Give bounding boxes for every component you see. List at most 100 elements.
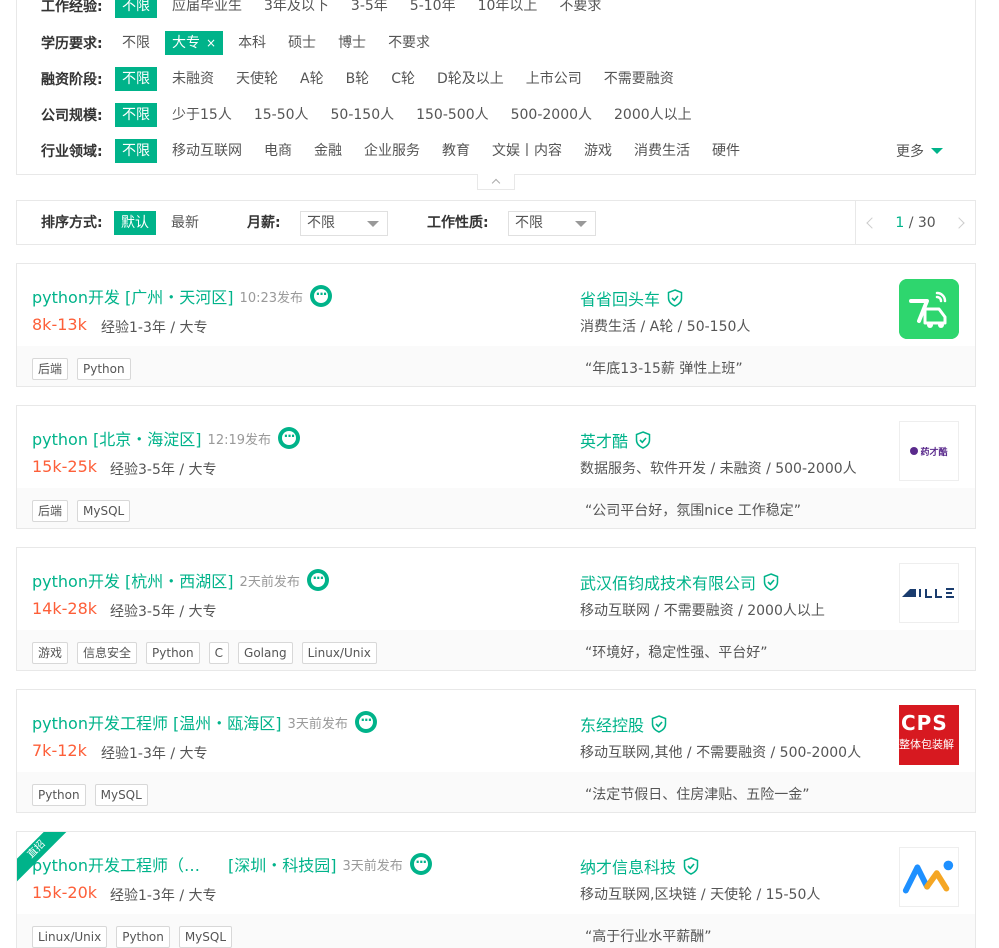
chat-icon[interactable]	[409, 853, 432, 875]
filter-option[interactable]: 150-500人	[409, 103, 496, 127]
filter-option[interactable]: 金融	[307, 139, 349, 163]
job-salary: 8k-13k	[32, 315, 87, 334]
job-title-link[interactable]: python开发 [广州・天河区]	[32, 284, 234, 308]
company-logo-mark	[902, 860, 954, 894]
filter-option[interactable]: 50-150人	[324, 103, 402, 127]
filter-option[interactable]: 应届毕业生	[165, 0, 249, 18]
filter-row-size: 公司规模: 不限 少于15人 15-50人 50-150人 150-500人 5…	[41, 103, 707, 127]
job-requirements: 经验3-5年 / 大专	[110, 604, 217, 620]
salary-select[interactable]: 不限	[300, 211, 388, 236]
filter-option[interactable]: 2000人以上	[607, 103, 699, 127]
filter-option[interactable]: 天使轮	[229, 67, 285, 91]
more-button[interactable]: 更多	[896, 141, 943, 161]
filter-option[interactable]: 移动互联网	[165, 139, 249, 163]
filter-option[interactable]: 消费生活	[627, 139, 697, 163]
job-title-link[interactable]: python [北京・海淀区]	[32, 426, 202, 450]
job-card[interactable]: 直招 python开发工程师（… [深圳・科技园] 3天前发布 15k-20k …	[16, 831, 976, 948]
company-name-link[interactable]: 东经控股	[580, 712, 644, 736]
job-tag: 游戏	[32, 642, 69, 664]
job-nature-select[interactable]: 不限	[508, 211, 596, 236]
filter-option[interactable]: 15-50人	[247, 103, 316, 127]
job-card[interactable]: python开发工程师 [温州・瓯海区] 3天前发布 7k-12k 经验1-3年…	[16, 689, 976, 813]
company-name-link[interactable]: 省省回头车	[580, 286, 660, 310]
company-logo[interactable]: CPS 整体包装解	[899, 705, 959, 765]
company-logo[interactable]	[899, 847, 959, 907]
filter-option-selected[interactable]: 大专 ×	[165, 31, 224, 55]
filter-option[interactable]: 硕士	[281, 31, 323, 55]
job-tags: 后端 MySQL	[32, 500, 139, 522]
sort-newest-button[interactable]: 最新	[164, 211, 206, 235]
sort-default-button[interactable]: 默认	[114, 211, 156, 235]
chat-icon[interactable]	[306, 569, 329, 591]
sort-bar: 排序方式: 默认 最新 月薪: 不限 工作性质: 不限 1 / 30	[16, 200, 976, 245]
job-title-link[interactable]: python开发工程师（…	[32, 852, 200, 876]
salary-label: 月薪:	[247, 215, 281, 231]
job-salary: 14k-28k	[32, 599, 98, 618]
verified-shield-icon	[667, 289, 683, 307]
filter-option[interactable]: 不限	[115, 0, 157, 18]
job-title-link[interactable]: python开发工程师 [温州・瓯海区]	[32, 710, 282, 734]
chat-icon[interactable]	[278, 427, 301, 449]
company-industry: 移动互联网,其他 / 不需要融资 / 500-2000人	[580, 745, 862, 761]
company-logo[interactable]	[899, 279, 959, 339]
job-requirements: 经验1-3年 / 大专	[101, 746, 208, 762]
job-title-link[interactable]: python开发 [杭州・西湖区]	[32, 568, 234, 592]
filter-option[interactable]: 不要求	[552, 0, 608, 18]
filter-option[interactable]: D轮及以上	[430, 67, 511, 91]
filter-option[interactable]: 文娱丨内容	[485, 139, 569, 163]
collapse-filters-button[interactable]	[477, 174, 515, 190]
job-tag: MySQL	[77, 500, 131, 522]
job-card[interactable]: python开发 [杭州・西湖区] 2天前发布 14k-28k 经验3-5年 /…	[16, 547, 976, 671]
chat-icon[interactable]	[310, 285, 333, 307]
filter-option[interactable]: 不需要融资	[597, 67, 681, 91]
job-location[interactable]: [深圳・科技园]	[228, 852, 337, 876]
remove-filter-icon[interactable]: ×	[206, 36, 216, 50]
filter-option[interactable]: 10年以上	[471, 0, 545, 18]
filter-option[interactable]: 电商	[257, 139, 299, 163]
job-tag: 后端	[32, 500, 69, 522]
filter-option[interactable]: 5-10年	[403, 0, 463, 18]
pagination: 1 / 30	[855, 201, 975, 244]
job-tags: Python MySQL	[32, 784, 157, 806]
company-logo[interactable]	[899, 563, 959, 623]
filter-option[interactable]: 上市公司	[519, 67, 589, 91]
current-page: 1	[895, 214, 905, 231]
filter-option[interactable]: 不限	[115, 103, 157, 127]
filter-option[interactable]: C轮	[384, 67, 422, 91]
job-card[interactable]: python开发 [广州・天河区] 10:23发布 8k-13k 经验1-3年 …	[16, 263, 976, 387]
company-name-link[interactable]: 纳才信息科技	[580, 854, 676, 878]
job-card[interactable]: python [北京・海淀区] 12:19发布 15k-25k 经验3-5年 /…	[16, 405, 976, 529]
job-tag: 信息安全	[77, 642, 138, 664]
filter-option[interactable]: 企业服务	[357, 139, 427, 163]
filter-option[interactable]: A轮	[293, 67, 331, 91]
filter-option[interactable]: 不限	[115, 31, 157, 55]
filter-option[interactable]: 3-5年	[344, 0, 395, 18]
filter-option[interactable]: 3年及以下	[257, 0, 336, 18]
filter-option[interactable]: 不限	[115, 139, 157, 163]
filter-option[interactable]: 博士	[331, 31, 373, 55]
filter-option[interactable]: 未融资	[165, 67, 221, 91]
next-page-icon[interactable]	[953, 216, 965, 229]
caret-down-icon	[575, 221, 587, 227]
company-logo[interactable]: 药才酷	[899, 421, 959, 481]
prev-page-icon[interactable]	[866, 216, 878, 229]
filter-option[interactable]: 硬件	[705, 139, 747, 163]
company-name-link[interactable]: 武汉佰钧成技术有限公司	[580, 570, 756, 594]
company-name-link[interactable]: 英才酷	[580, 428, 628, 452]
chat-icon[interactable]	[354, 711, 377, 733]
job-tag: Python	[116, 926, 170, 948]
filter-option[interactable]: B轮	[339, 67, 377, 91]
filter-option[interactable]: 不要求	[381, 31, 437, 55]
filter-option[interactable]: 不限	[115, 67, 157, 91]
job-salary: 15k-20k	[32, 883, 98, 902]
job-title-row: python开发工程师 [温州・瓯海区] 3天前发布	[32, 710, 377, 734]
filter-label: 行业领域:	[41, 144, 103, 160]
filter-option[interactable]: 教育	[435, 139, 477, 163]
filter-option[interactable]: 本科	[231, 31, 273, 55]
post-time: 10:23发布	[239, 290, 304, 306]
filter-option[interactable]: 500-2000人	[504, 103, 599, 127]
job-tag: C	[208, 642, 230, 664]
filter-option[interactable]: 游戏	[577, 139, 619, 163]
job-benefit: “法定节假日、住房津贴、五险一金”	[585, 787, 810, 803]
filter-option[interactable]: 少于15人	[165, 103, 239, 127]
